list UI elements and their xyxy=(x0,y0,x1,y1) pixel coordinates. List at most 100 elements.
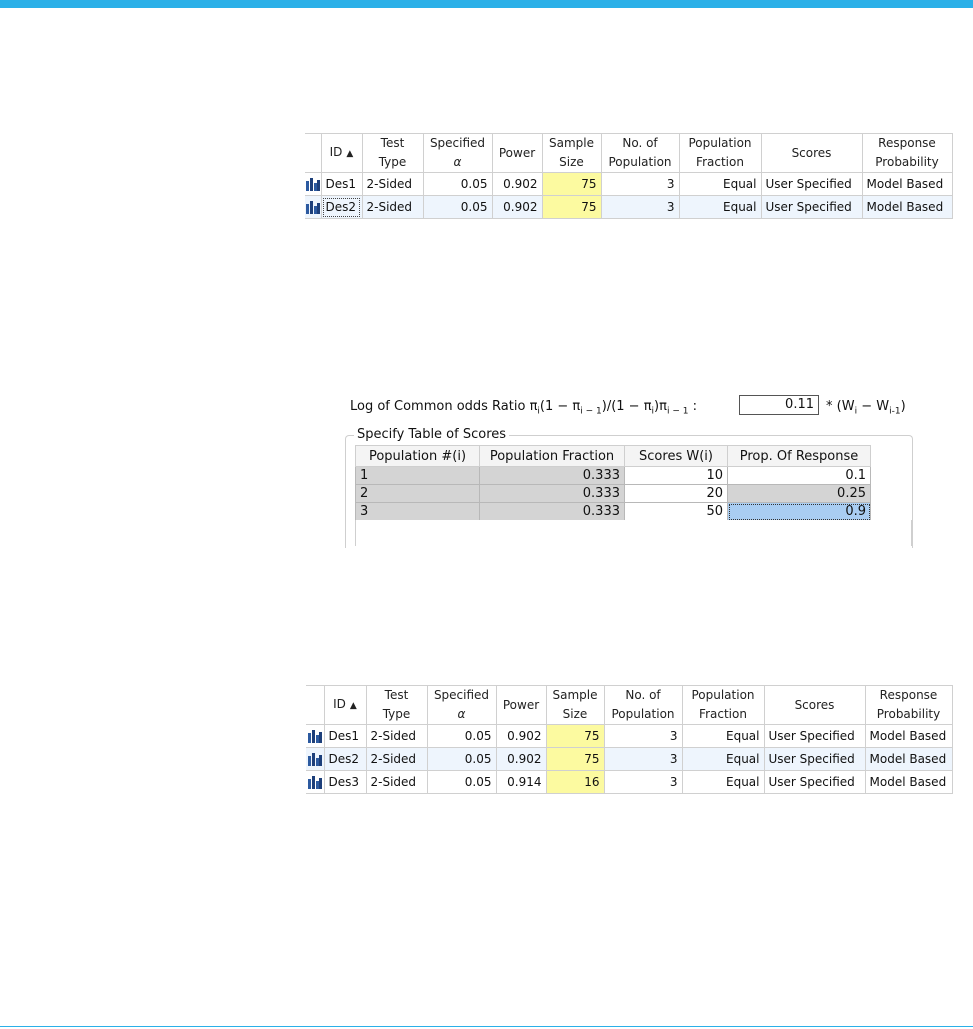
bottom-accent-line xyxy=(0,1026,973,1027)
header-response-probability[interactable]: Response Probability xyxy=(861,133,953,173)
scores-row: 1 0.333 10 0.1 xyxy=(355,466,871,485)
header-population-fraction[interactable]: Population Fraction xyxy=(678,133,762,173)
cell-alpha: 0.05 xyxy=(426,747,497,771)
odds-ratio-input[interactable]: 0.11 xyxy=(739,395,819,415)
header-population-fraction[interactable]: Population Fraction xyxy=(681,685,765,725)
scores-group-title: Specify Table of Scores xyxy=(354,427,510,442)
scores-table-empty-area xyxy=(355,520,912,546)
table-header-row: ID ▲ Test Type Specified α Power Sample Size… xyxy=(305,133,953,173)
cell-scores: User Specified xyxy=(763,724,866,748)
header-scores[interactable]: Scores xyxy=(760,133,863,173)
cell-test-type: 2-Sided xyxy=(361,172,424,196)
cell-test-type: 2-Sided xyxy=(361,195,424,219)
cell-id[interactable]: Des2 xyxy=(323,747,367,771)
cell-sample-size: 75 xyxy=(541,172,602,196)
cell-id[interactable]: Des1 xyxy=(323,724,367,748)
cell-alpha: 0.05 xyxy=(422,195,493,219)
cell-score-input[interactable]: 50 xyxy=(624,502,728,521)
cell-no-of-population: 3 xyxy=(600,172,680,196)
header-scores-w[interactable]: Scores W(i) xyxy=(624,445,728,467)
cell-population-fraction: Equal xyxy=(681,724,765,748)
header-power[interactable]: Power xyxy=(495,685,547,725)
chart-bar-icon[interactable] xyxy=(305,172,322,196)
header-population-index[interactable]: Population #(i) xyxy=(355,445,480,467)
cell-score-input[interactable]: 10 xyxy=(624,466,728,485)
sort-ascending-icon: ▲ xyxy=(349,700,357,711)
header-sample-size[interactable]: Sample Size xyxy=(541,133,602,173)
header-no-of-population[interactable]: No. of Population xyxy=(600,133,680,173)
cell-population-fraction: Equal xyxy=(678,195,762,219)
header-icon-col xyxy=(305,133,322,173)
header-prop-of-response[interactable]: Prop. Of Response xyxy=(727,445,871,467)
cell-population-fraction: Equal xyxy=(678,172,762,196)
cell-no-of-population: 3 xyxy=(603,724,683,748)
table-row[interactable]: Des1 2-Sided 0.05 0.902 75 3 Equal User … xyxy=(306,724,953,748)
header-icon-col xyxy=(306,685,325,725)
cell-id[interactable]: Des2 xyxy=(320,195,363,219)
cell-test-type: 2-Sided xyxy=(365,724,428,748)
chart-bar-icon[interactable] xyxy=(306,747,325,771)
header-specified-alpha[interactable]: Specified α xyxy=(426,685,497,725)
chart-bar-icon[interactable] xyxy=(306,770,325,794)
cell-power: 0.902 xyxy=(495,724,547,748)
cell-population-index: 1 xyxy=(355,466,480,485)
cell-alpha: 0.05 xyxy=(426,724,497,748)
cell-response-probability: Model Based xyxy=(864,770,953,794)
cell-scores: User Specified xyxy=(763,747,866,771)
scores-table: Population #(i) Population Fraction Scor… xyxy=(355,445,871,521)
header-test-type[interactable]: Test Type xyxy=(361,133,424,173)
cell-test-type: 2-Sided xyxy=(365,770,428,794)
cell-population-index: 3 xyxy=(355,502,480,521)
cell-no-of-population: 3 xyxy=(600,195,680,219)
top-accent-bar xyxy=(0,0,973,8)
cell-test-type: 2-Sided xyxy=(365,747,428,771)
cell-prop-response-input[interactable]: 0.1 xyxy=(727,466,871,485)
cell-prop-response-input[interactable]: 0.25 xyxy=(727,484,871,503)
table-row[interactable]: Des3 2-Sided 0.05 0.914 16 3 Equal User … xyxy=(306,770,953,794)
cell-scores: User Specified xyxy=(760,195,863,219)
cell-alpha: 0.05 xyxy=(422,172,493,196)
cell-alpha: 0.05 xyxy=(426,770,497,794)
header-test-type[interactable]: Test Type xyxy=(365,685,428,725)
header-response-probability[interactable]: Response Probability xyxy=(864,685,953,725)
table-row[interactable]: Des2 2-Sided 0.05 0.902 75 3 Equal User … xyxy=(305,195,953,219)
cell-score-input[interactable]: 20 xyxy=(624,484,728,503)
cell-id[interactable]: Des1 xyxy=(320,172,363,196)
cell-population-fraction: 0.333 xyxy=(479,502,625,521)
header-population-fraction[interactable]: Population Fraction xyxy=(479,445,625,467)
cell-response-probability: Model Based xyxy=(861,195,953,219)
cell-scores: User Specified xyxy=(763,770,866,794)
odds-ratio-label: Log of Common odds Ratio πi(1 − πi − 1)/… xyxy=(350,399,697,417)
header-sample-size[interactable]: Sample Size xyxy=(545,685,605,725)
cell-id[interactable]: Des3 xyxy=(323,770,367,794)
scores-header-row: Population #(i) Population Fraction Scor… xyxy=(355,445,871,467)
header-no-of-population[interactable]: No. of Population xyxy=(603,685,683,725)
table-row[interactable]: Des2 2-Sided 0.05 0.902 75 3 Equal User … xyxy=(306,747,953,771)
cell-power: 0.902 xyxy=(491,195,543,219)
cell-scores: User Specified xyxy=(760,172,863,196)
cell-power: 0.902 xyxy=(491,172,543,196)
header-specified-alpha[interactable]: Specified α xyxy=(422,133,493,173)
chart-bar-icon[interactable] xyxy=(306,724,325,748)
design-table-top: ID ▲ Test Type Specified α Power Sample Size… xyxy=(305,133,953,219)
header-power[interactable]: Power xyxy=(491,133,543,173)
chart-bar-icon[interactable] xyxy=(305,195,322,219)
odds-ratio-suffix: * (Wi − Wi-1) xyxy=(826,399,906,417)
cell-power: 0.902 xyxy=(495,747,547,771)
cell-population-index: 2 xyxy=(355,484,480,503)
table-header-row: ID ▲ Test Type Specified α Power Sample Size… xyxy=(306,685,953,725)
header-id[interactable]: ID ▲ xyxy=(323,685,367,725)
header-id[interactable]: ID ▲ xyxy=(320,133,363,173)
table-row[interactable]: Des1 2-Sided 0.05 0.902 75 3 Equal User … xyxy=(305,172,953,196)
cell-power: 0.914 xyxy=(495,770,547,794)
design-table-bottom: ID ▲ Test Type Specified α Power Sample Size… xyxy=(306,685,953,794)
scores-row: 2 0.333 20 0.25 xyxy=(355,484,871,503)
header-scores[interactable]: Scores xyxy=(763,685,866,725)
cell-response-probability: Model Based xyxy=(864,747,953,771)
cell-prop-response-input[interactable]: 0.9 xyxy=(727,502,871,521)
cell-sample-size: 75 xyxy=(541,195,602,219)
cell-no-of-population: 3 xyxy=(603,770,683,794)
cell-sample-size: 16 xyxy=(545,770,605,794)
cell-response-probability: Model Based xyxy=(861,172,953,196)
cell-population-fraction: 0.333 xyxy=(479,466,625,485)
